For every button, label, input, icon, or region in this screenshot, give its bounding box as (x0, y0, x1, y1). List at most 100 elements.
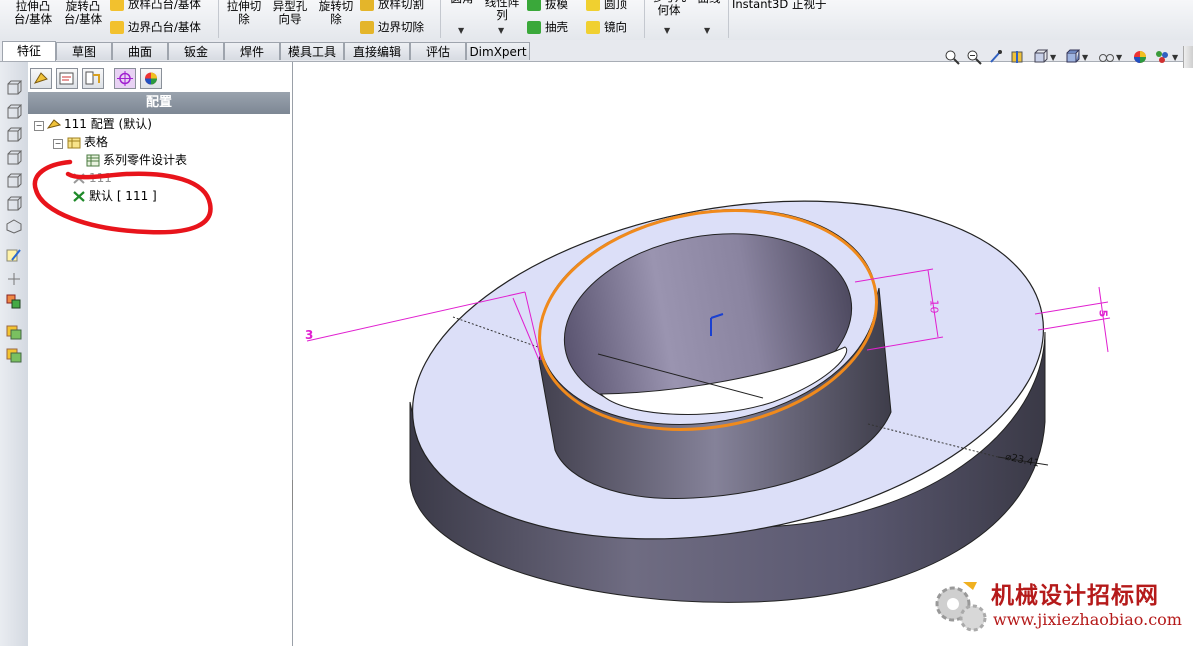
cube-icon[interactable] (6, 150, 22, 165)
tab-sketch[interactable]: 草图 (56, 42, 112, 60)
feature-tree-tab[interactable] (30, 68, 52, 89)
tab-weldments-label: 焊件 (239, 45, 264, 59)
ribbon-separator (440, 0, 441, 38)
watermark-title: 机械设计招标网 (991, 583, 1159, 609)
display-style-icon[interactable] (1064, 49, 1080, 65)
smart-dimension-icon[interactable] (6, 271, 22, 286)
property-manager-icon (59, 72, 74, 85)
tab-features[interactable]: 特征 (2, 41, 56, 61)
shell-label: 抽壳 (545, 20, 568, 34)
feature-manager-tabs (28, 68, 292, 92)
apply-scene-dropdown-icon[interactable]: ▼ (1172, 53, 1178, 62)
boundary-boss-label: 边界凸台/基体 (128, 20, 201, 34)
isometric-icon[interactable] (6, 219, 22, 234)
tab-direct-editing[interactable]: 直接编辑 (344, 42, 410, 60)
zoom-to-fit-icon[interactable] (944, 49, 960, 65)
extrude-cut-button[interactable]: 拉伸切 除 (222, 0, 266, 26)
tab-weldments[interactable]: 焊件 (224, 42, 280, 60)
configuration-manager-tab[interactable] (82, 68, 104, 89)
boundary-boss-button[interactable]: 边界凸台/基体 (110, 20, 201, 34)
graphics-scrollbar[interactable] (1183, 46, 1193, 68)
collapse-toggle[interactable]: − (34, 121, 44, 131)
relations-icon[interactable] (6, 294, 22, 309)
extrude-cut-label: 拉伸切 除 (226, 0, 262, 26)
layer-icon[interactable] (6, 325, 22, 340)
edit-appearance-icon[interactable] (1132, 49, 1148, 65)
tab-sheet-metal-label: 钣金 (183, 45, 208, 59)
config-root-item[interactable]: 111 配置 (默认) (47, 116, 152, 132)
cube-icon[interactable] (6, 127, 22, 142)
ref-geometry-button[interactable]: 参考几 何体 (648, 0, 690, 17)
collapse-toggle[interactable]: − (53, 139, 63, 149)
extrude-boss-label: 拉伸凸 台/基体 (13, 0, 53, 26)
boundary-cut-label: 边界切除 (378, 20, 424, 34)
loft-boss-button[interactable]: 放样凸台/基体 (110, 0, 201, 11)
feature-tree-icon (33, 72, 48, 84)
boundary-cut-button[interactable]: 边界切除 (360, 20, 424, 34)
loft-cut-button[interactable]: 放样切割 (360, 0, 424, 11)
extrude-boss-button[interactable]: 拉伸凸 台/基体 (10, 0, 56, 26)
view-orientation-dropdown-icon[interactable]: ▼ (1050, 53, 1056, 62)
ref-geometry-dropdown-icon[interactable]: ▼ (664, 26, 670, 35)
curves-dropdown-icon[interactable]: ▼ (704, 26, 710, 35)
boundary-cut-icon (360, 20, 374, 34)
ribbon-separator (644, 0, 645, 38)
hide-show-dropdown-icon[interactable]: ▼ (1116, 53, 1122, 62)
tab-sheet-metal[interactable]: 钣金 (168, 42, 224, 60)
view-orientation-icon[interactable] (1032, 49, 1048, 65)
panel-header: 配置 (28, 92, 290, 114)
cube-icon[interactable] (6, 196, 22, 211)
previous-view-icon[interactable] (988, 49, 1004, 65)
tab-mold-tools-label: 模具工具 (287, 45, 336, 59)
revolve-boss-button[interactable]: 旋转凸 台/基体 (60, 0, 106, 26)
dimension-3-label[interactable]: 3 (305, 328, 313, 342)
dimension-10-label[interactable]: 10 (928, 300, 941, 314)
property-manager-tab[interactable] (56, 68, 78, 89)
tables-folder-item[interactable]: 表格 (67, 134, 108, 150)
pattern-dropdown-icon[interactable]: ▼ (498, 26, 504, 35)
curves-label: 曲线 (698, 0, 721, 5)
revolve-cut-button[interactable]: 旋转切 除 (314, 0, 358, 26)
dome-button[interactable]: 圆顶 (586, 0, 627, 11)
tab-sketch-label: 草图 (71, 45, 96, 59)
instant3d-label: Instant3D (732, 0, 789, 11)
layer-icon[interactable] (6, 348, 22, 363)
dimension-5-label[interactable]: 5 (1096, 310, 1109, 318)
config-root-label: 111 配置 (默认) (64, 117, 152, 131)
cube-icon[interactable] (6, 104, 22, 119)
configuration-manager-icon (85, 71, 100, 85)
tab-evaluate[interactable]: 评估 (410, 42, 466, 60)
dome-icon (586, 0, 600, 11)
section-view-icon[interactable] (1010, 49, 1026, 65)
dimxpert-manager-tab[interactable] (114, 68, 136, 89)
display-manager-tab[interactable] (140, 68, 162, 89)
revolve-boss-label: 旋转凸 台/基体 (63, 0, 103, 26)
instant3d-button[interactable]: Instant3D (732, 0, 788, 11)
hole-wizard-button[interactable]: 异型孔 向导 (268, 0, 312, 26)
sketch-pencil-icon[interactable] (6, 248, 22, 263)
fillet-button[interactable]: 圆角 (444, 0, 480, 5)
cube-icon[interactable] (6, 173, 22, 188)
shell-button[interactable]: 抽壳 (527, 20, 568, 34)
ribbon-separator (218, 0, 219, 38)
draft-button[interactable]: 拔模 (527, 0, 568, 11)
crosshair-icon (117, 71, 133, 86)
fillet-label: 圆角 (451, 0, 474, 5)
feature-manager-panel: 配置 − 111 配置 (默认) − 表格 系列零件设计表 111 默认 [ 1… (28, 62, 293, 646)
linear-pattern-button[interactable]: 线性阵 列 (482, 0, 522, 22)
cube-icon[interactable] (6, 80, 22, 95)
hide-show-items-icon[interactable] (1098, 49, 1114, 65)
tab-evaluate-label: 评估 (425, 45, 450, 59)
tab-dimxpert[interactable]: DimXpert (466, 42, 530, 60)
fillet-dropdown-icon[interactable]: ▼ (458, 26, 464, 35)
curves-button[interactable]: 曲线 (692, 0, 726, 5)
mirror-button[interactable]: 镜向 (586, 20, 627, 34)
graphics-area[interactable]: 3 10 5 ⌀23.41 机械设计招标网 www.jixiezhaobiao.… (293, 62, 1193, 646)
tab-mold-tools[interactable]: 模具工具 (280, 42, 344, 60)
zoom-to-area-icon[interactable] (966, 49, 982, 65)
tab-surfaces[interactable]: 曲面 (112, 42, 168, 60)
display-style-dropdown-icon[interactable]: ▼ (1082, 53, 1088, 62)
watermark-url: www.jixiezhaobiao.com (993, 610, 1182, 629)
apply-scene-icon[interactable] (1154, 49, 1170, 65)
normal-to-button[interactable]: 正视于 (792, 0, 827, 11)
